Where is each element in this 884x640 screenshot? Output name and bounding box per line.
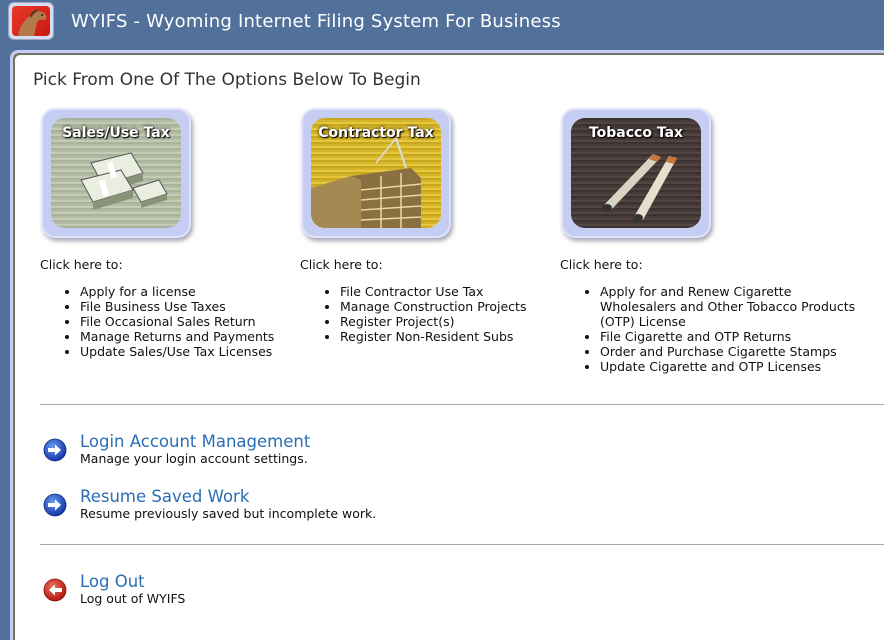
money-stack-icon <box>80 152 168 210</box>
divider <box>40 544 884 545</box>
divider <box>40 404 884 405</box>
action-description: Resume previously saved but incomplete w… <box>80 506 377 521</box>
list-item: File Business Use Taxes <box>80 299 274 314</box>
action-description: Manage your login account settings. <box>80 451 308 466</box>
horse-icon <box>12 6 50 36</box>
tile-label: Tobacco Tax <box>588 125 684 141</box>
list-item: Apply for a license <box>80 284 274 299</box>
sales-use-tax-options: Click here to: Apply for a license File … <box>40 257 274 359</box>
main-panel: Pick From One Of The Options Below To Be… <box>10 50 884 640</box>
arrow-right-circle-icon <box>43 493 67 517</box>
list-item: Update Cigarette and OTP Licenses <box>600 359 860 374</box>
list-item: Update Sales/Use Tax Licenses <box>80 344 274 359</box>
money-stacks-image: Sales/Use Tax <box>51 118 181 228</box>
click-here-label: Click here to: <box>560 257 643 272</box>
app-title: WYIFS - Wyoming Internet Filing System F… <box>71 11 561 32</box>
tobacco-tax-tile[interactable]: Tobacco Tax <box>561 108 711 238</box>
action-title[interactable]: Login Account Management <box>80 432 310 451</box>
list-item: Manage Returns and Payments <box>80 329 274 344</box>
sales-use-tax-tile[interactable]: Sales/Use Tax <box>41 108 191 238</box>
tobacco-tax-options: Click here to: Apply for and Renew Cigar… <box>560 257 860 374</box>
contractor-tax-options: Click here to: File Contractor Use Tax M… <box>300 257 526 344</box>
list-item: Register Non-Resident Subs <box>340 329 526 344</box>
list-item: File Contractor Use Tax <box>340 284 526 299</box>
cigarettes-icon <box>602 154 677 222</box>
action-title[interactable]: Resume Saved Work <box>80 487 249 506</box>
click-here-label: Click here to: <box>40 257 123 272</box>
arrow-right-circle-icon <box>43 438 67 462</box>
construction-building-image: Contractor Tax <box>311 118 441 228</box>
arrow-left-circle-icon <box>43 578 67 602</box>
list-item: Manage Construction Projects <box>340 299 526 314</box>
building-icon <box>311 137 422 228</box>
cigarettes-image: Tobacco Tax <box>571 118 701 228</box>
tile-label: Contractor Tax <box>318 125 434 141</box>
action-title[interactable]: Log Out <box>80 572 145 591</box>
contractor-tax-tile[interactable]: Contractor Tax <box>301 108 451 238</box>
app-header: WYIFS - Wyoming Internet Filing System F… <box>0 0 884 46</box>
click-here-label: Click here to: <box>300 257 383 272</box>
page-title: Pick From One Of The Options Below To Be… <box>33 70 421 90</box>
list-item: File Occasional Sales Return <box>80 314 274 329</box>
list-item: Register Project(s) <box>340 314 526 329</box>
action-description: Log out of WYIFS <box>80 591 186 606</box>
horse-logo[interactable] <box>8 2 54 40</box>
list-item: File Cigarette and OTP Returns <box>600 329 860 344</box>
tile-label: Sales/Use Tax <box>62 125 170 141</box>
list-item: Apply for and Renew Cigarette Wholesaler… <box>600 284 860 329</box>
list-item: Order and Purchase Cigarette Stamps <box>600 344 860 359</box>
